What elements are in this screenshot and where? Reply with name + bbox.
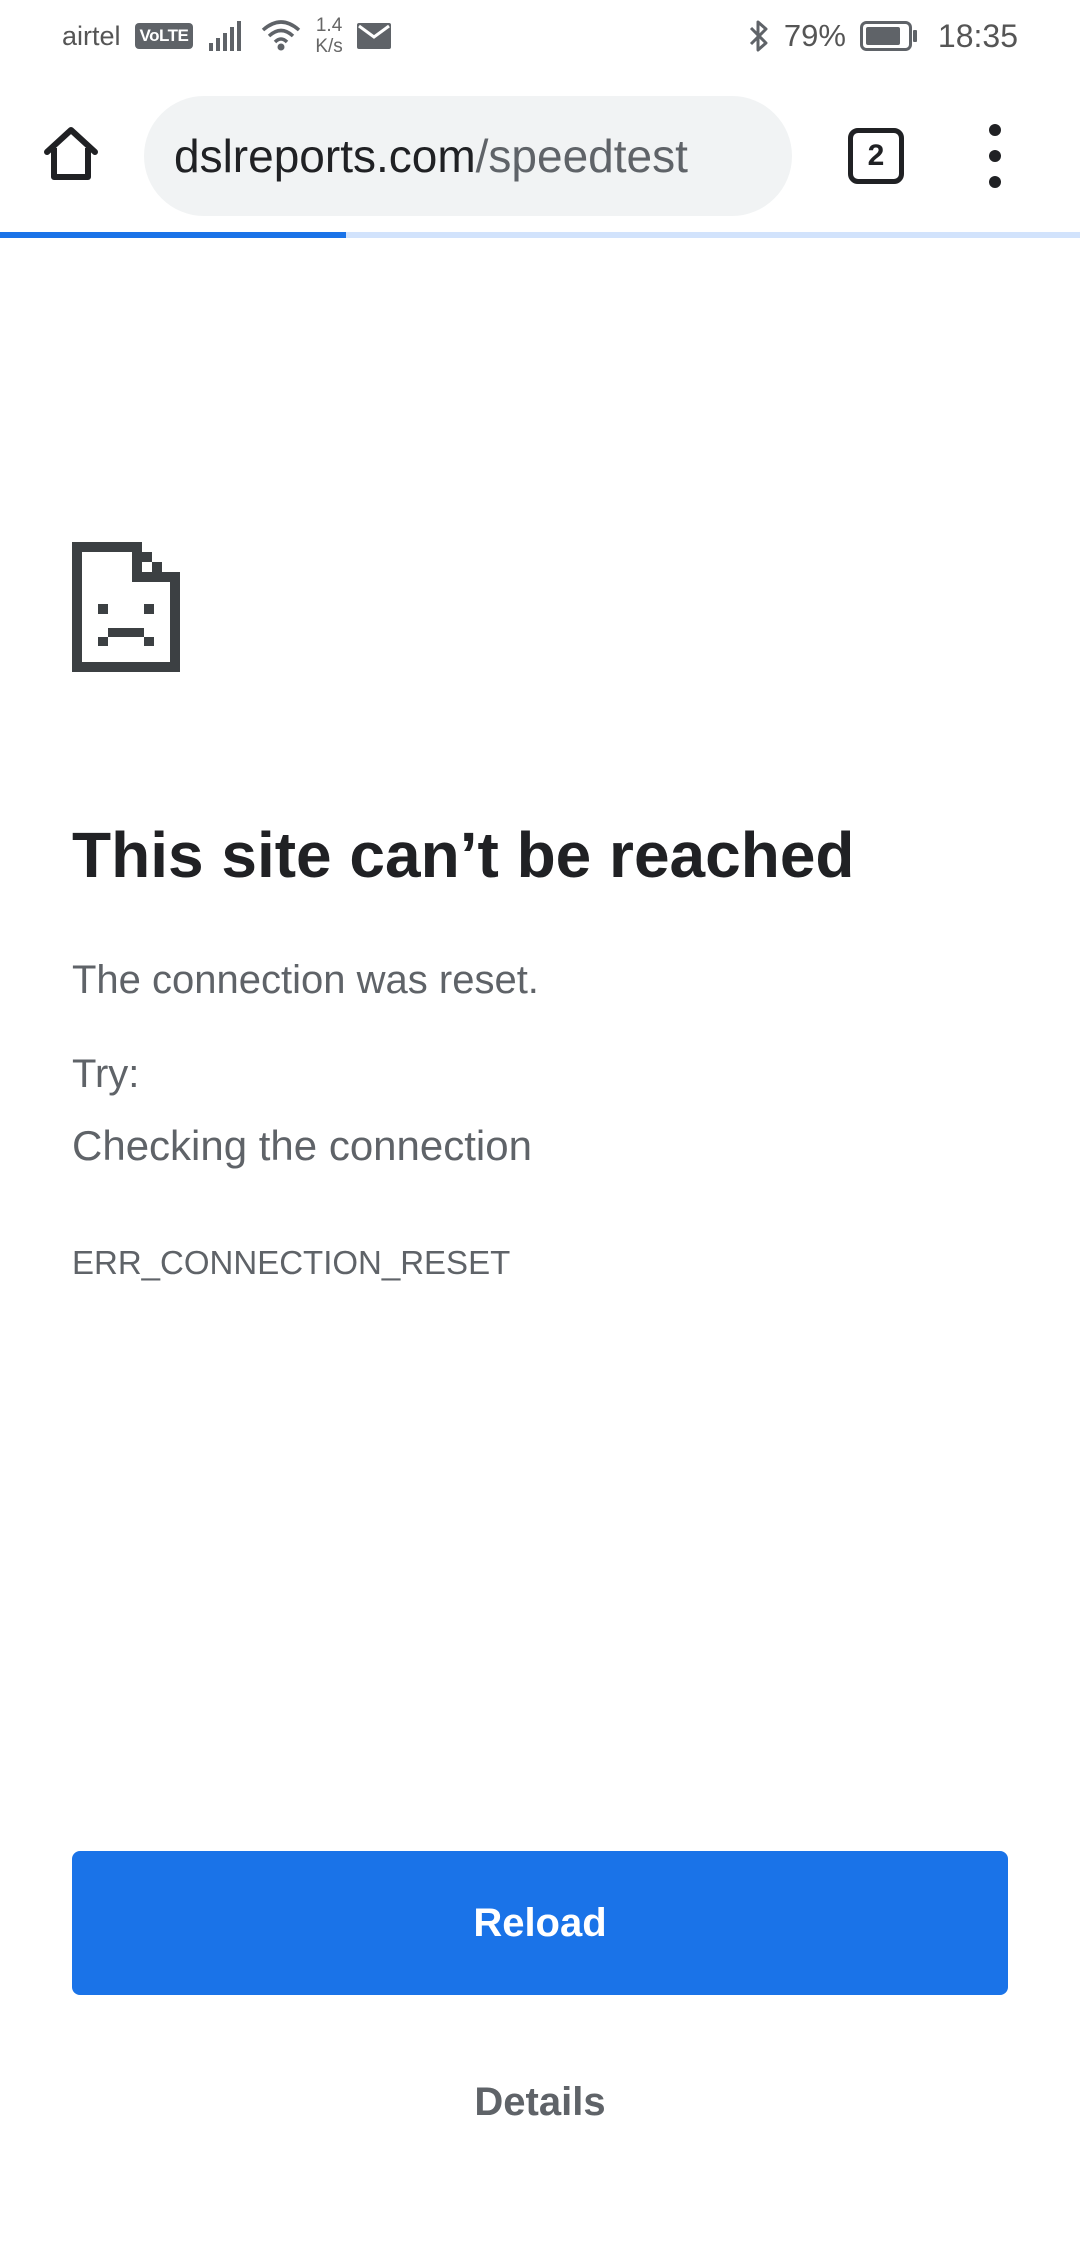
clock: 18:35 (937, 17, 1018, 54)
error-description: The connection was reset. (72, 958, 539, 1002)
home-button[interactable] (38, 120, 104, 186)
tab-count: 2 (867, 139, 885, 172)
details-button[interactable]: Details (72, 2062, 1008, 2142)
url-path: /speedtest (475, 130, 688, 182)
sad-page-icon (72, 542, 180, 672)
status-bar-right: 79% 18:35 (748, 18, 1018, 55)
try-label: Try: (72, 1052, 140, 1096)
network-speed: 1.4 K/s (315, 15, 342, 57)
more-vert-icon-dot (989, 176, 1001, 188)
address-bar[interactable]: dslreports.com/speedtest (144, 96, 792, 216)
page-load-progress-fill (0, 232, 346, 238)
battery-percentage: 79% (783, 18, 846, 53)
network-speed-value: 1.4 (315, 15, 343, 36)
bluetooth-icon (749, 20, 768, 52)
home-icon (44, 127, 98, 180)
volte-badge: VoLTE (134, 23, 194, 49)
error-code: ERR_CONNECTION_RESET (72, 1244, 511, 1281)
suggestion-item: Checking the connection (72, 1122, 532, 1169)
signal-icon (209, 21, 242, 51)
page-load-progress-bar (0, 232, 1080, 238)
browser-toolbar: dslreports.com/speedtest 2 (0, 80, 1080, 230)
wifi-icon (262, 20, 301, 51)
more-menu-button[interactable] (980, 124, 1010, 188)
more-vert-icon (989, 124, 1001, 136)
status-bar: airtel VoLTE 1.4 K/s 79% 18:35 (0, 0, 1080, 72)
reload-button[interactable]: Reload (72, 1851, 1008, 1995)
tab-switcher-button[interactable]: 2 (848, 128, 904, 184)
status-bar-left: airtel VoLTE 1.4 K/s (62, 15, 391, 57)
more-vert-icon-dot (989, 150, 1001, 162)
carrier-name: airtel (62, 20, 121, 51)
error-title: This site can’t be reached (72, 819, 855, 891)
url-host: dslreports.com (174, 130, 476, 182)
battery-icon (859, 21, 917, 51)
network-speed-unit: K/s (315, 36, 343, 57)
mail-icon (356, 23, 391, 49)
